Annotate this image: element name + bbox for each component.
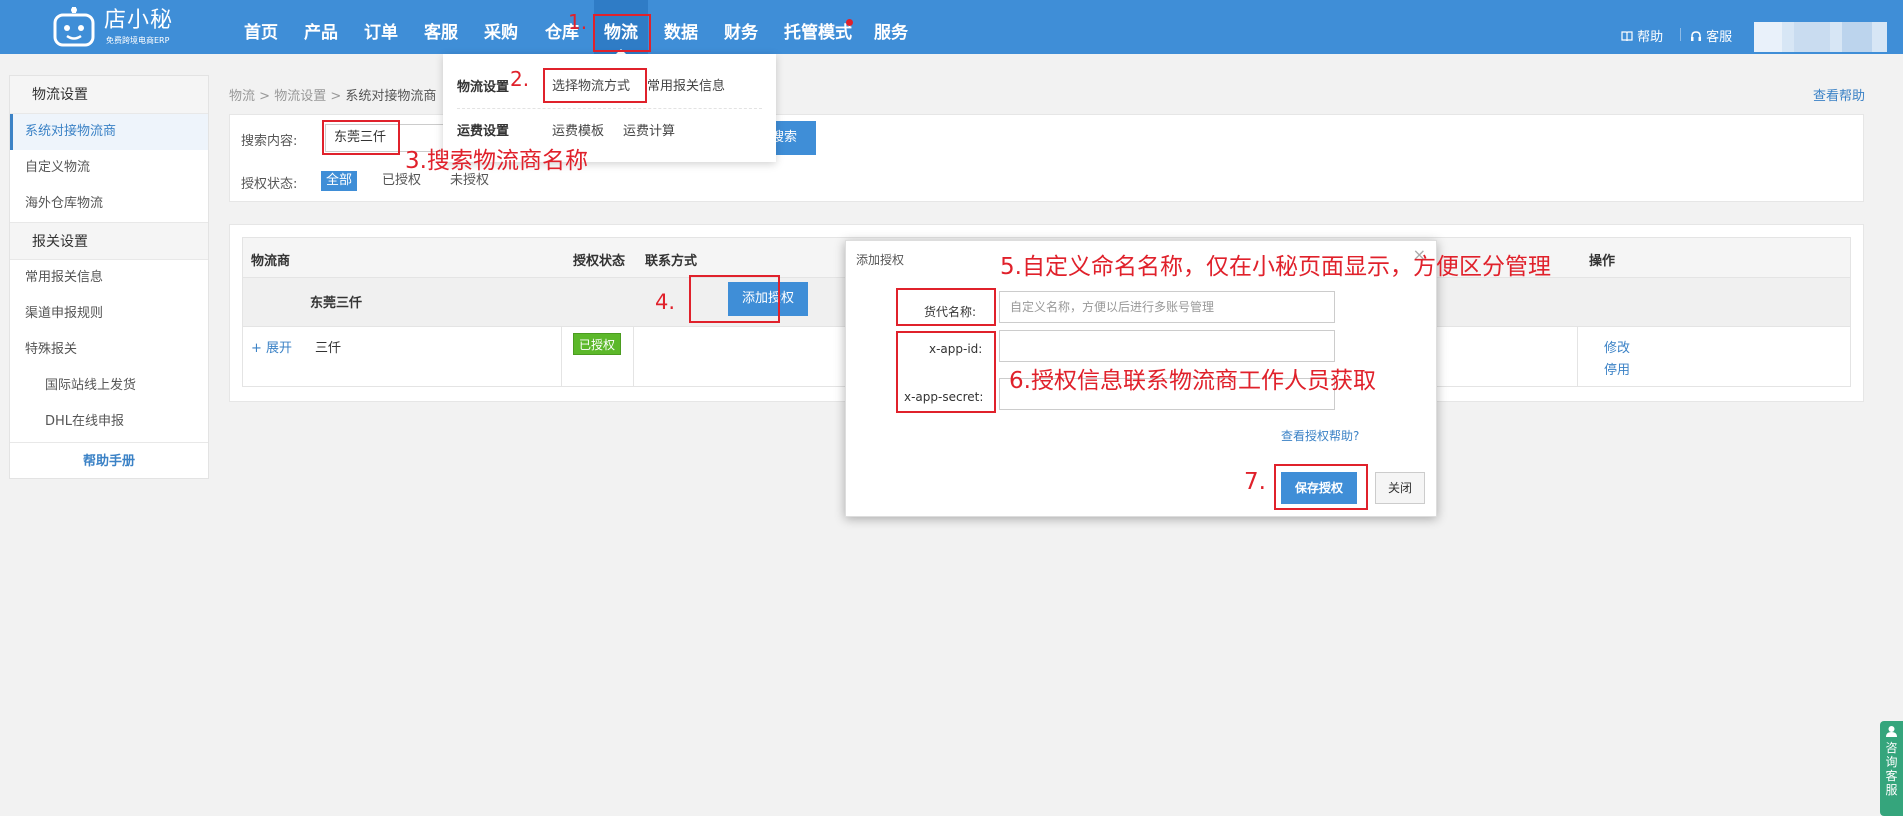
divider bbox=[1680, 28, 1681, 41]
top-navigation-bar: 店小秘 免费跨境电商ERP 首页 产品 订单 客服 采购 仓库 物流 数据 财务… bbox=[0, 0, 1903, 55]
add-authorization-button[interactable]: 添加授权 bbox=[728, 282, 808, 316]
auth-status-label: 授权状态: bbox=[241, 177, 298, 192]
col-carrier: 物流商 bbox=[251, 254, 291, 269]
nav-data[interactable]: 数据 bbox=[664, 0, 698, 54]
divider bbox=[1577, 327, 1578, 387]
blurred-username bbox=[1794, 22, 1830, 52]
nav-services[interactable]: 服务 bbox=[874, 0, 908, 54]
nav-home[interactable]: 首页 bbox=[244, 0, 278, 54]
top-help-label: 帮助 bbox=[1637, 30, 1664, 45]
headset-icon bbox=[1691, 31, 1701, 41]
col-actions: 操作 bbox=[1589, 254, 1616, 269]
dropdown-group-logistics: 物流设置 bbox=[457, 80, 510, 95]
divider bbox=[561, 327, 562, 387]
nav-managed-mode[interactable]: 托管模式 bbox=[784, 0, 852, 54]
annotation-step-1: 1. bbox=[568, 10, 588, 34]
annotation-step-3: 3.搜索物流商名称 bbox=[405, 148, 588, 174]
divider bbox=[633, 327, 634, 387]
status-badge: 已授权 bbox=[573, 333, 621, 355]
edit-link[interactable]: 修改 bbox=[1604, 337, 1630, 356]
sidebar-item-custom-logistics[interactable]: 自定义物流 bbox=[10, 150, 208, 186]
dropdown-group-freight: 运费设置 bbox=[457, 124, 510, 139]
blurred-username bbox=[1842, 22, 1872, 52]
app-id-label: x-app-id: bbox=[929, 342, 983, 356]
sidebar-item-dhl-online[interactable]: DHL在线申报 bbox=[10, 404, 208, 440]
carrier-group-name: 东莞三仟 bbox=[310, 296, 363, 311]
consult-service-label: 咨询客服 bbox=[1885, 741, 1898, 797]
sidebar-item-intl-online-shipping[interactable]: 国际站线上发货 bbox=[10, 368, 208, 404]
sidebar-help-manual[interactable]: 帮助手册 bbox=[10, 442, 208, 480]
top-service-label: 客服 bbox=[1706, 30, 1733, 45]
breadcrumb-separator: > bbox=[259, 89, 271, 104]
nav-products[interactable]: 产品 bbox=[304, 0, 338, 54]
sidebar: 物流设置 系统对接物流商 自定义物流 海外仓库物流 报关设置 常用报关信息 渠道… bbox=[9, 75, 209, 479]
nav-logistics[interactable]: 物流 bbox=[594, 0, 648, 55]
breadcrumb-separator: > bbox=[330, 89, 342, 104]
brand-tagline: 免费跨境电商ERP bbox=[106, 36, 170, 45]
nav-finance[interactable]: 财务 bbox=[724, 0, 758, 54]
account-name: 三仟 bbox=[315, 341, 342, 356]
brand-name: 店小秘 bbox=[104, 8, 174, 33]
divider bbox=[457, 108, 762, 109]
sidebar-item-common-customs[interactable]: 常用报关信息 bbox=[10, 260, 208, 296]
sidebar-section-logistics: 物流设置 bbox=[10, 76, 208, 114]
menu-item-freight-template[interactable]: 运费模板 bbox=[552, 120, 604, 139]
notification-dot bbox=[846, 19, 853, 26]
search-label: 搜索内容: bbox=[241, 134, 298, 149]
consult-service-float[interactable]: 咨询客服 bbox=[1880, 721, 1903, 816]
sidebar-item-system-carriers[interactable]: 系统对接物流商 bbox=[10, 114, 208, 150]
annotation-step-4: 4. bbox=[655, 290, 676, 314]
app-id-input[interactable] bbox=[999, 330, 1335, 362]
book-icon bbox=[1621, 31, 1633, 42]
view-help-link[interactable]: 查看帮助 bbox=[1813, 85, 1865, 104]
annotation-step-5: 5.自定义命名名称，仅在小秘页面显示，方便区分管理 bbox=[1000, 254, 1551, 280]
save-authorization-button[interactable]: 保存授权 bbox=[1281, 472, 1357, 504]
sidebar-item-overseas-warehouse[interactable]: 海外仓库物流 bbox=[10, 186, 208, 222]
top-service-link[interactable]: 客服 bbox=[1690, 26, 1732, 45]
menu-item-common-customs[interactable]: 常用报关信息 bbox=[647, 75, 725, 94]
user-service-icon bbox=[1886, 726, 1897, 737]
breadcrumb-current: 系统对接物流商 bbox=[345, 89, 437, 104]
nav-orders[interactable]: 订单 bbox=[364, 0, 398, 54]
filter-all[interactable]: 全部 bbox=[321, 171, 358, 191]
brand-logo[interactable]: 店小秘 免费跨境电商ERP bbox=[52, 3, 182, 49]
breadcrumb: 物流 > 物流设置 > 系统对接物流商 bbox=[229, 85, 436, 104]
forwarder-name-label: 货代名称: bbox=[924, 305, 977, 319]
blurred-avatar bbox=[1754, 22, 1782, 52]
top-help-link[interactable]: 帮助 bbox=[1621, 26, 1663, 45]
nav-purchasing[interactable]: 采购 bbox=[484, 0, 518, 54]
sidebar-section-customs: 报关设置 bbox=[10, 222, 208, 260]
close-dialog-button[interactable]: 关闭 bbox=[1375, 472, 1425, 504]
nav-customer-service[interactable]: 客服 bbox=[424, 0, 458, 54]
dialog-title: 添加授权 bbox=[856, 253, 905, 267]
app-secret-label: x-app-secret: bbox=[904, 390, 984, 404]
col-contact: 联系方式 bbox=[645, 254, 698, 269]
menu-item-freight-calc[interactable]: 运费计算 bbox=[623, 120, 675, 139]
breadcrumb-root[interactable]: 物流 bbox=[229, 89, 255, 104]
authorization-help-link[interactable]: 查看授权帮助? bbox=[1281, 427, 1359, 444]
annotation-step-7: 7. bbox=[1244, 469, 1266, 495]
robot-logo-icon bbox=[53, 7, 95, 47]
user-account-menu[interactable] bbox=[1754, 22, 1887, 52]
nav-logistics-label: 物流 bbox=[604, 23, 638, 43]
sidebar-item-channel-rules[interactable]: 渠道申报规则 bbox=[10, 296, 208, 332]
annotation-step-2: 2. bbox=[510, 67, 530, 91]
annotation-step-6: 6.授权信息联系物流商工作人员获取 bbox=[1009, 368, 1376, 394]
breadcrumb-mid[interactable]: 物流设置 bbox=[274, 89, 326, 104]
forwarder-name-input[interactable]: 自定义名称，方便以后进行多账号管理 bbox=[999, 291, 1335, 323]
menu-item-select-shipping[interactable]: 选择物流方式 bbox=[552, 75, 630, 94]
expand-toggle[interactable]: + 展开 bbox=[251, 337, 292, 356]
col-auth-status: 授权状态 bbox=[573, 254, 626, 269]
sidebar-item-special-customs[interactable]: 特殊报关 bbox=[10, 332, 208, 368]
disable-link[interactable]: 停用 bbox=[1604, 359, 1630, 378]
